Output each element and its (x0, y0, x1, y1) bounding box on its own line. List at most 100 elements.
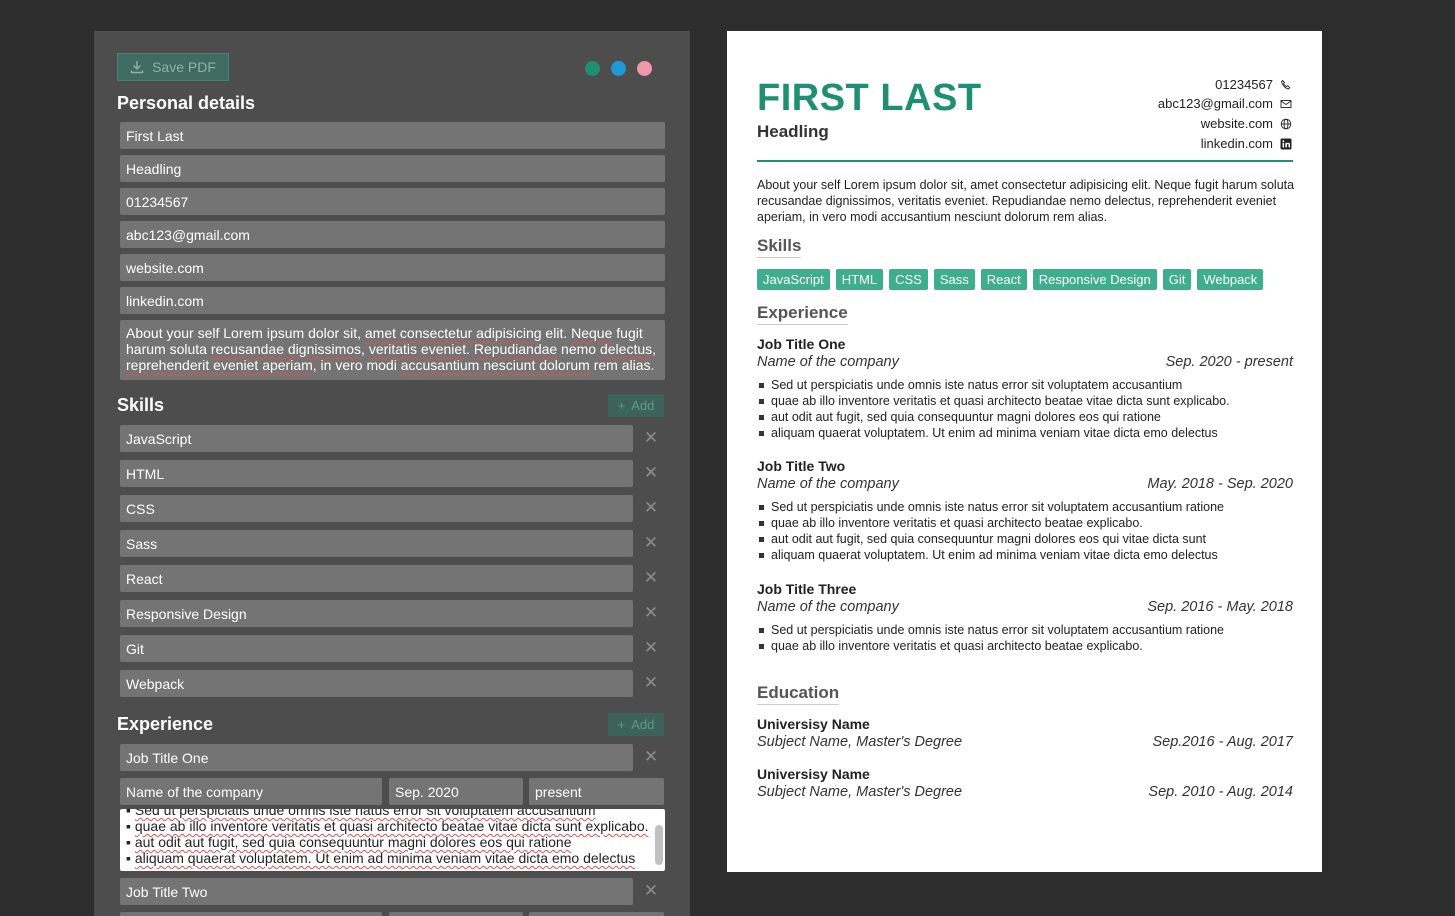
school-name: Universisy Name (757, 716, 870, 732)
add-skill-button[interactable]: + Add (608, 394, 664, 417)
description-line: ▪ aut odit aut fugit, sed quia consequun… (126, 834, 572, 850)
end-date-input[interactable]: present (529, 778, 664, 805)
remove-job-icon[interactable]: ✕ (643, 882, 659, 899)
theme-green-swatch[interactable] (585, 61, 600, 76)
globe-icon (1280, 118, 1292, 129)
contact-phone: 01234567 (1215, 77, 1292, 92)
skill-input[interactable]: Sass (120, 530, 633, 557)
plus-icon: + (617, 717, 626, 732)
resume-skills-heading: Skills (757, 236, 802, 258)
plus-icon: + (617, 398, 626, 413)
skill-input[interactable]: JavaScript (120, 425, 633, 452)
linkedin-icon (1280, 138, 1292, 149)
name-input[interactable]: First Last (120, 122, 665, 149)
linkedin-input[interactable]: linkedin.com (120, 287, 665, 314)
remove-skill-icon[interactable]: ✕ (643, 534, 659, 551)
about-line: harum soluta recusandae dignissimos, ver… (126, 341, 657, 357)
header-divider (757, 160, 1293, 162)
about-line: reprehenderit eveniet aperiam, in vero m… (126, 357, 655, 373)
job-entry: Job Title One Name of the company Sep. 20… (757, 336, 1293, 441)
job-dates: May. 2018 - Sep. 2020 (1147, 476, 1293, 492)
job-bullet: aliquam quaerat voluptatem. Ut enim ad m… (757, 425, 1293, 441)
contact-website: website.com (1201, 116, 1292, 131)
company-input[interactable] (120, 912, 382, 916)
description-scrollbar[interactable] (655, 825, 663, 865)
job-dates: Sep. 2016 - May. 2018 (1147, 599, 1293, 615)
job-company: Name of the company (757, 476, 899, 492)
theme-blue-swatch[interactable] (611, 61, 626, 76)
school-name: Universisy Name (757, 766, 870, 782)
contact-linkedin: linkedin.com (1201, 136, 1292, 151)
resume-experience-heading: Experience (757, 303, 848, 325)
email-input[interactable]: abc123@gmail.com (120, 221, 665, 248)
skill-chip: React (980, 269, 1027, 290)
job-entry: Job Title Three Name of the company Sep. … (757, 581, 1293, 654)
job-title: Job Title One (757, 336, 846, 352)
remove-skill-icon[interactable]: ✕ (643, 639, 659, 656)
description-line: ▪ Sed ut perspiciatis unde omnis iste na… (126, 809, 596, 818)
skill-input[interactable]: HTML (120, 460, 633, 487)
description-line: ▪ quae ab illo inventore veritatis et qu… (126, 818, 649, 834)
education-degree-row: Subject Name, Master's Degree Sep.2016 - … (757, 734, 1293, 750)
skill-input[interactable]: CSS (120, 495, 633, 522)
remove-skill-icon[interactable]: ✕ (643, 604, 659, 621)
mail-icon (1280, 99, 1292, 108)
job-bullet: quae ab illo inventore veritatis et quas… (757, 638, 1293, 654)
resume-headline: Headling (757, 122, 829, 141)
skills-heading: Skills (117, 395, 165, 415)
job-title-input[interactable]: Job Title Two (120, 878, 633, 905)
degree: Subject Name, Master's Degree (757, 784, 963, 800)
skill-chip: HTML (835, 269, 884, 290)
skill-chip: JavaScript (757, 269, 830, 290)
job-bullet: Sed ut perspiciatis unde omnis iste natu… (757, 622, 1293, 638)
resume-education-heading: Education (757, 683, 840, 705)
remove-job-icon[interactable]: ✕ (643, 748, 659, 765)
skill-chips: JavaScript HTML CSS Sass React Responsiv… (757, 269, 1264, 290)
job-bullet: aut odit aut fugit, sed quia consequuntu… (757, 409, 1293, 425)
skill-input[interactable]: React (120, 565, 633, 592)
theme-pink-swatch[interactable] (637, 61, 652, 76)
company-input[interactable]: Name of the company (120, 778, 382, 805)
remove-skill-icon[interactable]: ✕ (643, 464, 659, 481)
remove-skill-icon[interactable]: ✕ (643, 499, 659, 516)
contact-email: abc123@gmail.com (1158, 96, 1292, 111)
job-bullet: quae ab illo inventore veritatis et quas… (757, 515, 1293, 531)
description-line: ▪ aliquam quaerat voluptatem. Ut enim ad… (126, 850, 636, 866)
phone-icon (1281, 79, 1291, 89)
skill-input[interactable]: Webpack (120, 670, 633, 697)
job-title-input[interactable]: Job Title One (120, 744, 633, 771)
job-company: Name of the company (757, 599, 899, 615)
resume-name: FIRST LAST (757, 77, 982, 119)
job-bullet: Sed ut perspiciatis unde omnis iste natu… (757, 499, 1293, 515)
about-line: About your self Lorem ipsum dolor sit, a… (126, 325, 643, 341)
education-dates: Sep. 2010 - Aug. 2014 (1148, 784, 1293, 800)
skill-input[interactable]: Responsive Design (120, 600, 633, 627)
job-bullet: quae ab illo inventore veritatis et quas… (757, 393, 1293, 409)
start-date-input[interactable] (389, 912, 523, 916)
about-textarea[interactable]: About your self Lorem ipsum dolor sit, a… (120, 320, 665, 380)
add-experience-button[interactable]: + Add (608, 713, 664, 736)
end-date-input[interactable] (529, 912, 664, 916)
headline-input[interactable]: Headling (120, 155, 665, 182)
job-description-textarea[interactable]: ▪ Sed ut perspiciatis unde omnis iste na… (120, 809, 665, 871)
save-pdf-button[interactable]: Save PDF (117, 53, 229, 81)
job-dates: Sep. 2020 - present (1165, 354, 1293, 370)
start-date-input[interactable]: Sep. 2020 (389, 778, 523, 805)
job-company-row: Name of the company Sep. 2020 - present (757, 354, 1293, 370)
job-title: Job Title Three (757, 581, 857, 597)
job-entry: Job Title Two Name of the company May. 20… (757, 458, 1293, 563)
job-title: Job Title Two (757, 458, 846, 474)
phone-input[interactable]: 01234567 (120, 188, 665, 215)
remove-skill-icon[interactable]: ✕ (643, 429, 659, 446)
education-entry: Universisy Name Subject Name, Master's D… (757, 716, 1293, 750)
remove-skill-icon[interactable]: ✕ (643, 674, 659, 691)
skill-chip: Sass (933, 269, 975, 290)
remove-skill-icon[interactable]: ✕ (643, 569, 659, 586)
skill-input[interactable]: Git (120, 635, 633, 662)
experience-heading: Experience (117, 714, 214, 734)
resume-about: About your self Lorem ipsum dolor sit, a… (757, 178, 1295, 224)
education-entry: Universisy Name Subject Name, Master's D… (757, 766, 1293, 800)
website-input[interactable]: website.com (120, 254, 665, 281)
job-bullet: aliquam quaerat voluptatem. Ut enim ad m… (757, 547, 1293, 563)
skill-chip: Responsive Design (1032, 269, 1157, 290)
